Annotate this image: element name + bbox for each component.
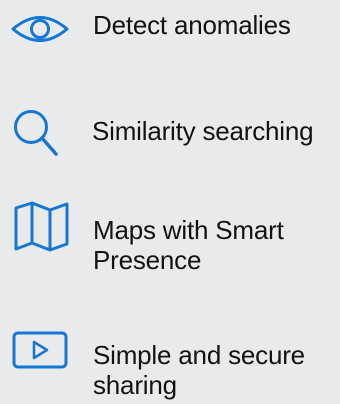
eye-icon	[10, 9, 70, 49]
search-icon	[13, 109, 73, 159]
feature-item-maps-smart-presence: Maps with Smart Presence	[0, 190, 340, 290]
play-icon	[12, 331, 72, 371]
feature-label: Simple and secure sharing	[93, 340, 305, 400]
feature-item-secure-sharing: Simple and secure sharing	[0, 320, 340, 404]
feature-list: Detect anomalies Similarity searching Ma…	[0, 0, 340, 404]
feature-label: Similarity searching	[92, 116, 314, 146]
feature-item-similarity-searching: Similarity searching	[0, 100, 340, 170]
feature-label: Maps with Smart Presence	[93, 215, 284, 275]
map-icon	[12, 201, 72, 252]
feature-label: Detect anomalies	[93, 10, 291, 40]
feature-item-detect-anomalies: Detect anomalies	[0, 0, 340, 60]
